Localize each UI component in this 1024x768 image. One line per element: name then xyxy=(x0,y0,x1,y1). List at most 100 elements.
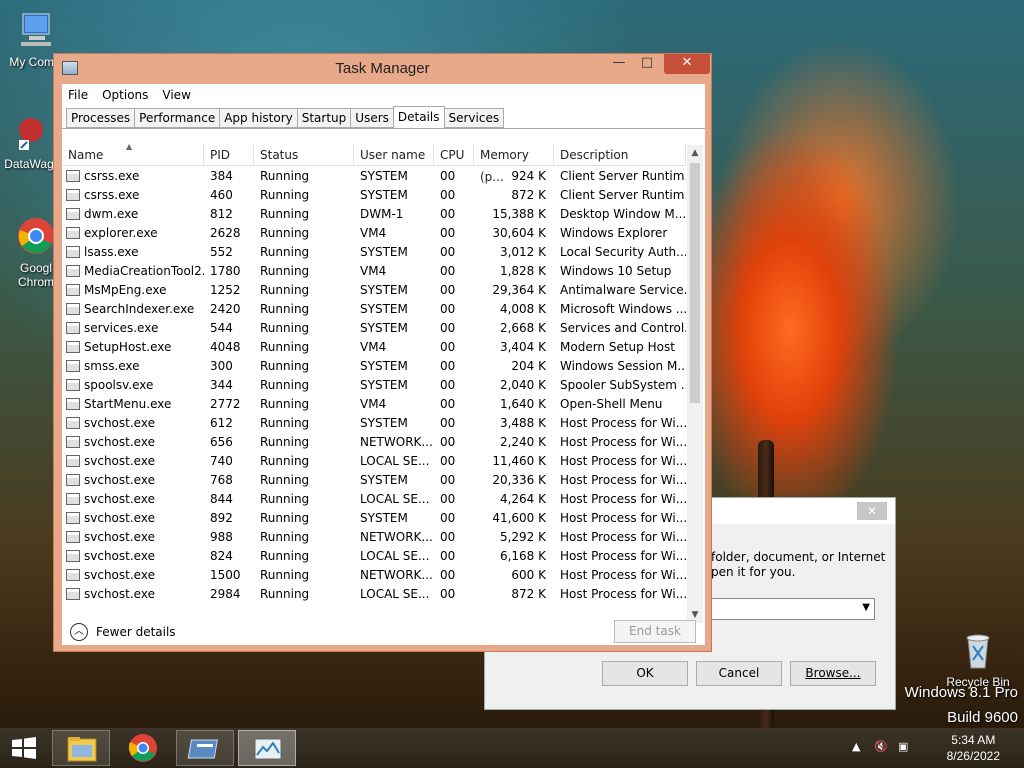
process-user: SYSTEM xyxy=(360,302,408,316)
process-name: csrss.exe xyxy=(62,167,204,186)
process-status: Running xyxy=(260,188,310,202)
run-dialog-close-button[interactable]: ✕ xyxy=(857,502,887,520)
desktop-icon-recycle-bin[interactable]: Recycle Bin xyxy=(938,630,1018,689)
process-description: Client Server Runtim... xyxy=(560,169,686,183)
chrome-icon xyxy=(18,218,54,254)
column-header-name[interactable]: Name ▲ xyxy=(62,144,204,166)
tab-users[interactable]: Users xyxy=(350,108,394,128)
table-row[interactable]: smss.exe 300 Running SYSTEM 00 204 K Windows S… xyxy=(62,357,686,376)
scrollbar-thumb[interactable] xyxy=(690,163,700,403)
process-status: Running xyxy=(260,397,310,411)
process-pid: 824 xyxy=(210,549,233,563)
process-icon xyxy=(66,284,80,296)
process-user: SYSTEM xyxy=(360,321,408,335)
process-pid: 2628 xyxy=(210,226,241,240)
column-header-user-name[interactable]: User name xyxy=(354,144,434,166)
process-user: LOCAL SE... xyxy=(360,549,430,563)
end-task-button[interactable]: End task xyxy=(614,620,696,643)
start-button[interactable] xyxy=(0,730,48,766)
table-row[interactable]: SearchIndexer.exe 2420 Running SYSTEM 00 4,00… xyxy=(62,300,686,319)
table-row[interactable]: MsMpEng.exe 1252 Running SYSTEM 00 29,364 K An… xyxy=(62,281,686,300)
table-row[interactable]: csrss.exe 460 Running SYSTEM 00 872 K Client S… xyxy=(62,186,686,205)
process-name: svchost.exe xyxy=(62,471,204,490)
process-name: csrss.exe xyxy=(62,186,204,205)
table-row[interactable]: svchost.exe 768 Running SYSTEM 00 20,336 K Hos… xyxy=(62,471,686,490)
table-row[interactable]: spoolsv.exe 344 Running SYSTEM 00 2,040 K Spoo… xyxy=(62,376,686,395)
process-user: SYSTEM xyxy=(360,473,408,487)
close-button[interactable]: ✕ xyxy=(664,54,710,74)
ok-button[interactable]: OK xyxy=(602,661,688,686)
table-row[interactable]: StartMenu.exe 2772 Running VM4 00 1,640 K Open… xyxy=(62,395,686,414)
table-row[interactable]: svchost.exe 892 Running SYSTEM 00 41,600 K Hos… xyxy=(62,509,686,528)
table-row[interactable]: MediaCreationTool2... 1780 Running VM4 00 1,8… xyxy=(62,262,686,281)
column-header-description[interactable]: Description xyxy=(554,144,686,166)
table-row[interactable]: services.exe 544 Running SYSTEM 00 2,668 K Ser… xyxy=(62,319,686,338)
process-pid: 2772 xyxy=(210,397,241,411)
maximize-button[interactable]: □ xyxy=(634,54,660,74)
column-header-status[interactable]: Status xyxy=(254,144,354,166)
menu-file[interactable]: File xyxy=(68,88,88,102)
process-name: StartMenu.exe xyxy=(62,395,204,414)
process-cpu: 00 xyxy=(440,340,456,354)
menu-view[interactable]: View xyxy=(162,88,190,102)
computer-icon xyxy=(21,13,51,46)
minimize-button[interactable]: — xyxy=(606,54,632,74)
volume-muted-icon[interactable]: 🔇 xyxy=(874,740,888,753)
process-description: Host Process for Wi... xyxy=(560,454,686,468)
browse-button[interactable]: Browse... xyxy=(790,661,876,686)
table-row[interactable]: svchost.exe 1500 Running NETWORK... 00 600 K H… xyxy=(62,566,686,585)
process-memory: 924 K xyxy=(511,169,546,183)
process-user: VM4 xyxy=(360,397,387,411)
process-description: Client Server Runtim... xyxy=(560,188,686,202)
taskbar-task-manager[interactable] xyxy=(238,730,296,766)
tab-performance[interactable]: Performance xyxy=(134,108,221,128)
process-icon xyxy=(66,474,80,486)
tab-details[interactable]: Details xyxy=(392,106,445,129)
show-hidden-icons-icon[interactable]: ▲ xyxy=(852,740,860,753)
process-icon xyxy=(66,417,80,429)
chevron-down-icon[interactable]: ▼ xyxy=(862,602,870,613)
process-icon xyxy=(66,189,80,201)
table-row[interactable]: csrss.exe 384 Running SYSTEM 00 924 K Client S… xyxy=(62,167,686,186)
table-row[interactable]: svchost.exe 740 Running LOCAL SE... 00 11,460… xyxy=(62,452,686,471)
task-manager-titlebar[interactable]: Task Manager — □ ✕ xyxy=(54,54,711,84)
table-row[interactable]: svchost.exe 988 Running NETWORK... 00 5,292 K… xyxy=(62,528,686,547)
tab-processes[interactable]: Processes xyxy=(66,108,136,128)
tab-services[interactable]: Services xyxy=(443,108,505,128)
network-icon[interactable]: ▣ xyxy=(898,740,908,753)
menu-options[interactable]: Options xyxy=(102,88,148,102)
process-status: Running xyxy=(260,321,310,335)
process-name: MsMpEng.exe xyxy=(62,281,204,300)
process-name: services.exe xyxy=(62,319,204,338)
table-row[interactable]: svchost.exe 2984 Running LOCAL SE... 00 872 K… xyxy=(62,585,686,604)
tab-app-history[interactable]: App history xyxy=(219,108,298,128)
run-open-combobox[interactable]: ▼ xyxy=(705,598,875,620)
taskbar-chrome[interactable] xyxy=(114,730,172,766)
table-row[interactable]: explorer.exe 2628 Running VM4 00 30,604 K Wind… xyxy=(62,224,686,243)
table-row[interactable]: SetupHost.exe 4048 Running VM4 00 3,404 K Mode… xyxy=(62,338,686,357)
scroll-up-icon[interactable]: ▲ xyxy=(687,145,703,161)
process-user: SYSTEM xyxy=(360,359,408,373)
system-clock[interactable]: 5:34 AM 8/26/2022 xyxy=(947,732,1000,764)
sort-ascending-icon: ▲ xyxy=(126,144,133,151)
taskbar-file-explorer[interactable] xyxy=(52,730,110,766)
process-cpu: 00 xyxy=(440,188,456,202)
vertical-scrollbar[interactable]: ▲ ▼ xyxy=(687,145,703,623)
process-name: smss.exe xyxy=(62,357,204,376)
column-header-pid[interactable]: PID xyxy=(204,144,254,166)
process-cpu: 00 xyxy=(440,321,456,335)
table-row[interactable]: svchost.exe 656 Running NETWORK... 00 2,240 K… xyxy=(62,433,686,452)
table-row[interactable]: lsass.exe 552 Running SYSTEM 00 3,012 K Local … xyxy=(62,243,686,262)
tab-startup[interactable]: Startup xyxy=(296,108,352,128)
table-row[interactable]: svchost.exe 844 Running LOCAL SE... 00 4,264 … xyxy=(62,490,686,509)
table-row[interactable]: svchost.exe 612 Running SYSTEM 00 3,488 K Host… xyxy=(62,414,686,433)
cancel-button[interactable]: Cancel xyxy=(696,661,782,686)
column-header-memory[interactable]: Memory (p... xyxy=(474,144,554,184)
table-row[interactable]: svchost.exe 824 Running LOCAL SE... 00 6,168 … xyxy=(62,547,686,566)
taskbar-run[interactable] xyxy=(176,730,234,766)
process-cpu: 00 xyxy=(440,454,456,468)
fewer-details-button[interactable]: ︿ Fewer details xyxy=(70,623,176,641)
table-row[interactable]: dwm.exe 812 Running DWM-1 00 15,388 K Desktop … xyxy=(62,205,686,224)
column-header-cpu[interactable]: CPU xyxy=(434,144,474,166)
process-cpu: 00 xyxy=(440,416,456,430)
